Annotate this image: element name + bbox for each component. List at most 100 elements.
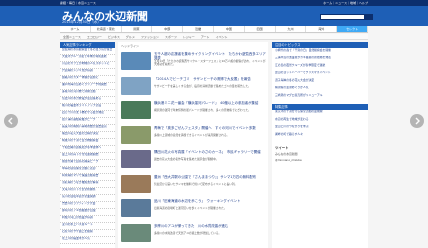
topic-item[interactable]: 逗子海岸の冬の花火大会が決定: [272, 78, 368, 86]
prev-arrow-button[interactable]: [4, 114, 18, 128]
topic-item[interactable]: 里山と川のつながりを学ぶ: [272, 125, 368, 133]
nav-item[interactable]: 中部: [152, 26, 184, 32]
story-item[interactable]: 隅田川花火の写真展「イベントのさのカーネ」 市民ギャラリーで開催 過去の花火大会の…: [121, 150, 267, 169]
story-item[interactable]: 青梅で「奥多ごぜんフェスタ」開催へ すぐの河川でイベント多数 多摩川上流域の自然を…: [121, 125, 267, 145]
story-thumbnail[interactable]: [121, 125, 151, 144]
ranking-item[interactable]: 最上川の舟下り雪見運航開始: [60, 153, 115, 160]
story-item[interactable]: 「2014人でビーチゴミ サザンビーチの清掃で大反響」を報告 サザンビーチを美しく…: [121, 76, 267, 96]
story-item[interactable]: 豊洲「西大井駅の公園で『さんままつり』」サンマ1万匹の無料配布 気仙沼から届いたサ…: [121, 174, 267, 194]
nav-item[interactable]: 九州: [276, 26, 307, 32]
ranking-item[interactable]: 多摩川の河川敷で清掃活動: [60, 90, 115, 97]
topic-item[interactable]: 江の島の夜景クルーズが冬季限定で運航: [272, 63, 368, 71]
story-item[interactable]: 品川「旧東海道の水辺を歩こう」 ウォーキングイベント 旧東海道の宿場町と運河沿いを…: [121, 199, 267, 218]
twitter-header: ツイート: [275, 145, 289, 150]
ranking-item[interactable]: 筑後川の干潟で生き物観察会: [60, 139, 115, 146]
ranking-item[interactable]: 川辺のカフェが地域の人気スポットに: [60, 62, 115, 69]
story-thumbnail[interactable]: [121, 101, 151, 119]
sidebar-right: 注目のトピックス 小網代の森で「干潟の日」自然観察会を開催 三浦半島の漁業者がカキ…: [272, 42, 368, 248]
ranking-item[interactable]: 中海の環境保全活動に表彰: [60, 167, 115, 174]
nav-item[interactable]: 関東: [122, 26, 153, 32]
story-headline[interactable]: 隅田川花火の写真展「イベントのさのカーネ」 市民ギャラリーで開催: [154, 150, 266, 154]
ranking-item[interactable]: 利根川河口の漁業が好調: [60, 216, 115, 223]
subnav-item[interactable]: イベント: [213, 34, 231, 39]
ranking-item[interactable]: 猪苗代湖で白鳥の飛来ピーク: [60, 160, 115, 167]
subnav-item[interactable]: ビジネス: [105, 34, 123, 39]
ranking-item[interactable]: 阿寒湖のマリモ保護活動報告: [60, 174, 115, 181]
story-thumbnail[interactable]: [121, 150, 151, 168]
sub-nav: 全国ニュース エコロジー ビジネス グルメ ファッション スポーツ レジャー アート イベント: [60, 34, 368, 40]
story-thumbnail[interactable]: [121, 223, 151, 242]
story-snippet: サザンビーチを美しくする会が、毎月の清掃活動で集めたゴミの量を報告した。: [154, 83, 251, 88]
ranking-item[interactable]: 石狩川のサケ遡上を観察: [60, 230, 115, 237]
story-item[interactable]: 横浜港ミニ花一番会「横浜運河パレード」 40艘以上の参加者が集結 横浜港の運河で年…: [121, 101, 267, 120]
ranking-item[interactable]: 釧路川のカヌー体験が話題に: [60, 76, 115, 83]
topic-item[interactable]: 三崎港のマグロ直売所がリニューアル: [272, 93, 368, 101]
story-item[interactable]: 五千人超の応援者を集めサイクリングイベント たちかわ遊覧西多エリア発表 五月14日…: [121, 52, 267, 71]
subnav-item[interactable]: エコロジー: [84, 34, 105, 39]
subnav-item[interactable]: 全国ニュース: [60, 34, 84, 39]
twitter-row[interactable]: @minnano_mizube: [272, 158, 368, 164]
ranking-item[interactable]: 琵琶湖の水鳥観察会で冬の渡り鳥が集合: [60, 48, 115, 55]
story-headline[interactable]: 「2014人でビーチゴミ サザンビーチの清掃で大反響」を報告: [154, 77, 266, 81]
ranking-item[interactable]: 淀川の水上バス新ルート: [60, 223, 115, 230]
story-headline[interactable]: 品川「旧東海道の水辺を歩こう」 ウォーキングイベント: [154, 199, 266, 203]
subnav-item[interactable]: ファッション: [138, 34, 162, 39]
ranking-item[interactable]: 信濃川の水力発電が注目集める: [60, 97, 115, 104]
story-item[interactable]: 多摩川のアユが帰ってきた 川の水質改善が進む 多摩川の水質改善で天然アユの遡上数が…: [121, 223, 267, 243]
topic-item[interactable]: 葉山のヨットハーバーでクリスマスイベント: [272, 71, 368, 79]
subnav-item[interactable]: スポーツ: [162, 34, 180, 39]
search-button[interactable]: [365, 14, 373, 20]
story-headline[interactable]: 豊洲「西大井駅の公園で『さんままつり』」サンマ1万匹の無料配布: [154, 175, 266, 179]
story-thumbnail[interactable]: [121, 52, 151, 70]
ranking-item[interactable]: 四万十川の沈下橋を守る会が発足: [60, 111, 115, 118]
main-section-tag: ヘッドライン: [121, 44, 140, 48]
ranking-item[interactable]: 大阪湾クルーズ船で年末の特別運航: [60, 55, 115, 62]
nav-item[interactable]: ホーム: [60, 26, 91, 32]
search-input[interactable]: [320, 14, 365, 20]
chevron-right-icon: [415, 117, 420, 125]
nav-item[interactable]: 海外: [306, 26, 338, 32]
nav-item[interactable]: 北海道・東北: [91, 26, 122, 32]
next-arrow-button[interactable]: [410, 114, 424, 128]
story-thumbnail[interactable]: [121, 199, 151, 217]
subnav-item[interactable]: レジャー: [180, 34, 198, 39]
story-headline[interactable]: 横浜港ミニ花一番会「横浜運河パレード」 40艘以上の参加者が集結: [154, 101, 266, 105]
story-thumbnail[interactable]: [121, 76, 151, 95]
ranking-item[interactable]: 長良川の鵜飼い来場者数が過去最高: [60, 125, 115, 132]
subnav-item[interactable]: アート: [198, 34, 213, 39]
nav-item[interactable]: 四国: [245, 26, 276, 32]
ranking-item[interactable]: 天竜川の川下り安全祈願祭: [60, 188, 115, 195]
main-nav: ホーム 北海道・東北 関東 中部 近畿 中国 四国 九州 海外 セレクト: [60, 26, 368, 33]
ranking-item[interactable]: 宍道湖のシジミ漁が好調: [60, 69, 115, 76]
nav-item[interactable]: 近畿: [183, 26, 214, 32]
ranking-item[interactable]: 那珂川のアユ漁獲量が回復: [60, 209, 115, 216]
story-headline[interactable]: 多摩川のアユが帰ってきた 川の水質改善が進む: [154, 224, 266, 228]
story-snippet: 過去の花火大会の名作写真を集めた展示会が開催中。: [154, 157, 219, 161]
ranking-item[interactable]: 隅田川花火大会の日程が決定: [60, 132, 115, 139]
ranking-item[interactable]: 浜名湖のうなぎ稚魚漁が解禁: [60, 181, 115, 188]
nav-item[interactable]: セレクト: [337, 26, 368, 32]
story-headline[interactable]: 青梅で「奥多ごぜんフェスタ」開催へ すぐの河川でイベント多数: [154, 126, 266, 130]
topic-item[interactable]: 湖畔の町で暮らす人々: [272, 132, 368, 140]
ranking-item[interactable]: 荒川の自転車道が全面開通: [60, 195, 115, 202]
story-snippet: 気仙沼から届いたサンマを無料で焼いて配布するイベントに長い列。: [154, 181, 238, 186]
topic-item[interactable]: 水辺の再生で地域が変わる: [272, 117, 368, 125]
story-thumbnail[interactable]: [121, 174, 151, 193]
main-content: ヘッドライン 五千人超の応援者を集めサイクリングイベント たちかわ遊覧西多エリア…: [118, 42, 268, 248]
topic-item[interactable]: 三浦半島の漁業者がカキ養殖の新技術を発表: [272, 56, 368, 64]
site-header: みんなの水辺新聞 2015年12月30日（水）: [0, 6, 428, 26]
topic-item[interactable]: 東京湾の干潟を守る保全活動の最前線: [272, 110, 368, 118]
ranking-item[interactable]: 吉野川のラフティング大会: [60, 202, 115, 209]
topic-item[interactable]: 小網代の森で「干潟の日」自然観察会を開催: [272, 48, 368, 56]
ranking-item[interactable]: 鴨川の桜並木ライトアップ計画: [60, 104, 115, 111]
ranking-item[interactable]: 十和田湖の遊覧船が冬季運休へ: [60, 146, 115, 153]
ranking-item[interactable]: 瀬戸内海の島めぐりツアー予約開始: [60, 83, 115, 90]
subnav-item[interactable]: グルメ: [123, 34, 138, 39]
story-snippet: 多摩川上流域の自然を満喫できるイベントが来月開催される。: [154, 132, 230, 137]
topbar-right-links[interactable]: ホーム｜ニュース｜地域｜ヘルプ: [323, 1, 368, 5]
nav-item[interactable]: 中国: [214, 26, 245, 32]
story-snippet: 五月14日「たちかわ遊覧西サイクル・スターフェス」に10万人超の観客が訪れ、イベ…: [154, 59, 266, 67]
ranking-item[interactable]: 北上川の桜並木が人気: [60, 237, 115, 244]
topic-item[interactable]: 横須賀の軍港めぐりが人気: [272, 86, 368, 94]
ranking-item[interactable]: 霞ヶ浦の蓮根収穫がピーク: [60, 118, 115, 125]
